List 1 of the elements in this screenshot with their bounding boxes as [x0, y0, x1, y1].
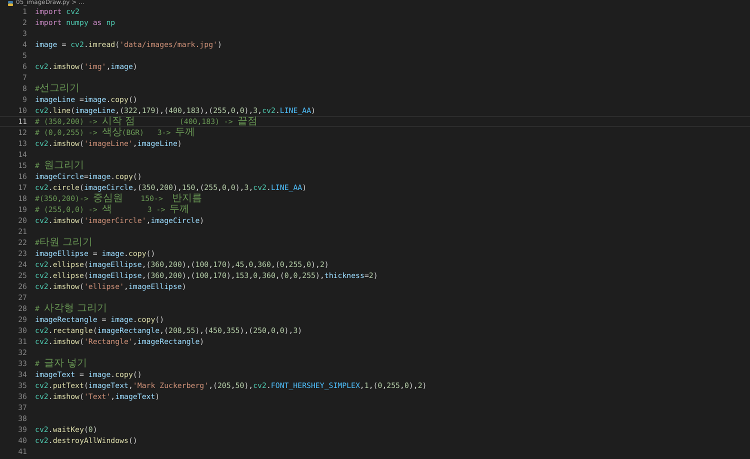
- python-file-icon: [8, 0, 13, 6]
